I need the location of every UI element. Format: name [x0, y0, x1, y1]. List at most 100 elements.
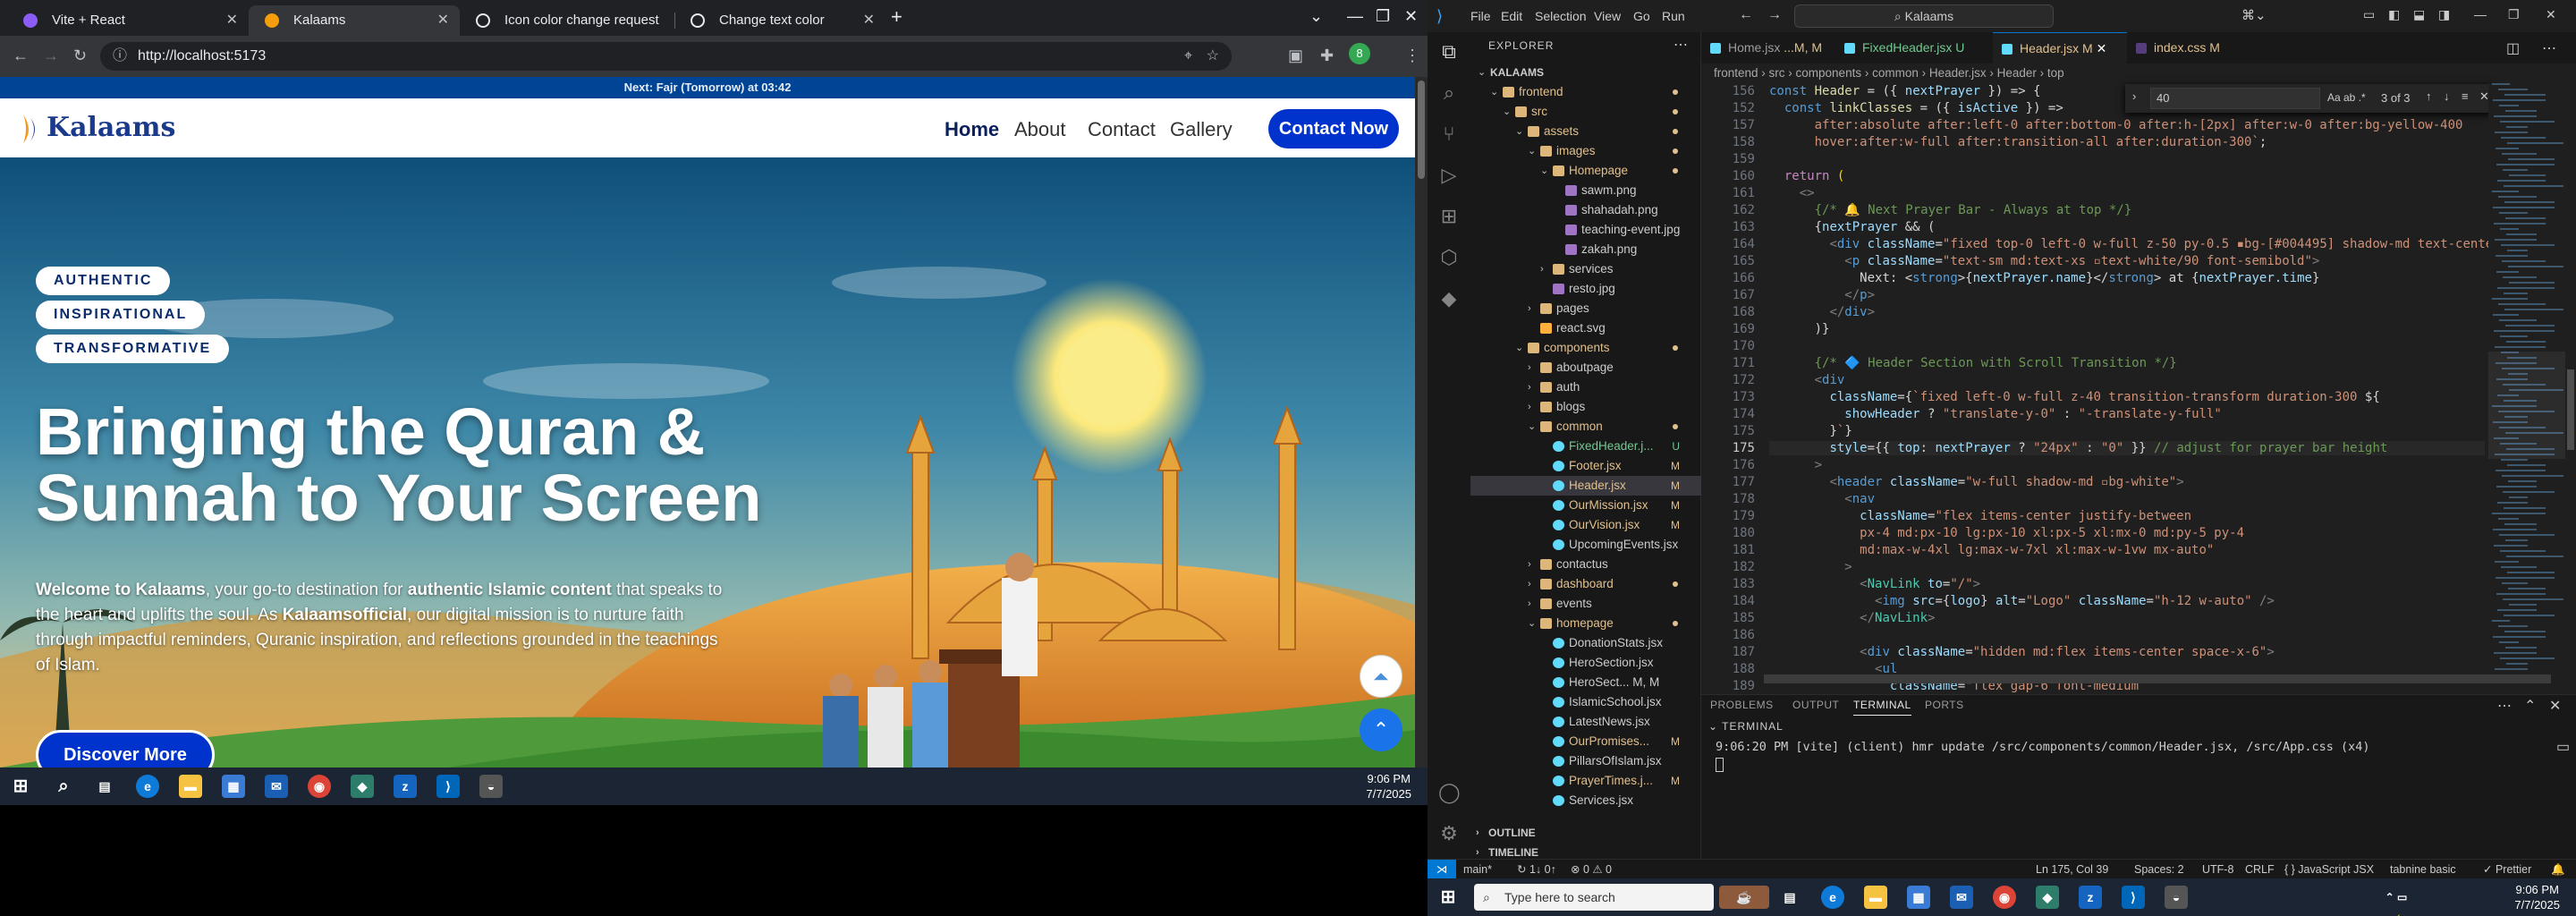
nav-about[interactable]: About	[1014, 118, 1066, 141]
menu-view[interactable]: View	[1594, 9, 1621, 23]
tree-item[interactable]: UpcomingEvents.jsx	[1470, 535, 1701, 555]
more-actions-icon[interactable]: ⋯	[2542, 39, 2556, 57]
browser-tab-change-text[interactable]: Change text color ✕	[674, 5, 886, 36]
chevron-down-icon[interactable]: ⌄	[1503, 102, 1511, 122]
tree-item[interactable]: ⌄ homepage	[1470, 614, 1701, 633]
tree-item[interactable]: › dashboard	[1470, 574, 1701, 594]
tree-item[interactable]: › pages	[1470, 299, 1701, 318]
code-line[interactable]: <header className="w-full shadow-md ▫bg-…	[1769, 475, 2183, 489]
code-line[interactable]: <div	[1769, 373, 1845, 387]
tree-item[interactable]: Services.jsx	[1470, 791, 1701, 810]
problems-count[interactable]: ⊗ 0 ⚠ 0	[1571, 860, 1612, 878]
tree-item[interactable]: › auth	[1470, 377, 1701, 397]
bookmark-star-icon[interactable]: ☆	[1207, 42, 1219, 71]
browser-tab-vite[interactable]: Vite + React ✕	[7, 5, 249, 36]
code-line[interactable]: Next: <strong>{nextPrayer.name}</strong>…	[1769, 271, 2319, 285]
line-endings[interactable]: CRLF	[2245, 860, 2275, 878]
chevron-down-icon[interactable]: ⌄	[1528, 141, 1536, 161]
tree-item[interactable]: › aboutpage	[1470, 358, 1701, 377]
task-view-icon[interactable]: ▤	[93, 775, 116, 798]
vscode-icon[interactable]: ⟩	[2122, 886, 2145, 909]
layout-icon[interactable]: ▭	[2363, 7, 2375, 22]
profile-avatar[interactable]: 8	[1349, 43, 1370, 64]
system-tray-icons[interactable]: ⌃ ▭ ⚡ ◉	[2385, 886, 2408, 916]
tree-item[interactable]: zakah.png	[1470, 240, 1701, 259]
code-line[interactable]: after:absolute after:left-0 after:bottom…	[1769, 118, 2463, 132]
encoding[interactable]: UTF-8	[2202, 860, 2233, 878]
chevron-right-icon[interactable]: ›	[1528, 377, 1531, 397]
news-widget-icon[interactable]: ☕	[1719, 886, 1769, 909]
vscode-icon[interactable]: ⟩	[436, 775, 460, 798]
menu-selection[interactable]: Selection	[1535, 9, 1587, 23]
chevron-down-icon[interactable]: ⌄	[1540, 161, 1548, 181]
panel-tab-terminal[interactable]: TERMINAL	[1853, 699, 1911, 716]
nav-gallery[interactable]: Gallery	[1170, 118, 1233, 141]
tree-item[interactable]: ⌄ KALAAMS	[1470, 63, 1701, 82]
find-in-selection-icon[interactable]: ≡	[2462, 89, 2469, 103]
tree-item[interactable]: HeroSect... M, M	[1470, 673, 1701, 692]
zoom-icon[interactable]: z	[394, 775, 417, 798]
close-window-icon[interactable]: ✕	[1404, 7, 1418, 26]
code-line[interactable]: {/* 🔷 Header Section with Scroll Transit…	[1769, 356, 2177, 370]
chevron-right-icon[interactable]: ›	[1528, 555, 1531, 574]
chevron-right-icon[interactable]: ›	[1528, 574, 1531, 594]
chevron-right-icon[interactable]: ›	[1528, 358, 1531, 377]
editor-tab-header[interactable]: Header.jsx M ✕	[1993, 32, 2127, 64]
settings-gear-icon[interactable]: ⚙	[1438, 823, 1460, 844]
page-scrollbar[interactable]	[1415, 77, 1428, 768]
taskbar-clock[interactable]: 9:06 PM 7/7/2025	[2514, 882, 2560, 912]
store-icon[interactable]: ▦	[1907, 886, 1930, 909]
taskbar-clock[interactable]: 9:06 PM 7/7/2025	[1366, 771, 1411, 802]
code-line[interactable]: className="flex items-center justify-bet…	[1769, 509, 2191, 523]
menu-go[interactable]: Go	[1633, 9, 1650, 23]
app-icon[interactable]: ◆	[351, 775, 374, 798]
tree-item[interactable]: ⌄ Homepage	[1470, 161, 1701, 181]
code-line[interactable]: {/* 🔔 Next Prayer Bar - Always at top */…	[1769, 203, 2132, 217]
file-explorer-icon[interactable]: ▬	[1864, 886, 1887, 909]
chrome-icon[interactable]: ◉	[308, 775, 331, 798]
more-actions-icon[interactable]: ⋯	[1674, 36, 1688, 54]
code-line[interactable]: <nav	[1769, 492, 1875, 506]
toggle-sidebar-icon[interactable]: ◧	[2388, 7, 2400, 22]
find-input[interactable]: 40	[2150, 88, 2320, 109]
app-icon[interactable]: ◒	[479, 775, 503, 798]
nav-home[interactable]: Home	[945, 118, 999, 141]
close-tab-icon[interactable]: ✕	[226, 5, 238, 36]
code-line[interactable]: showHeader ? "translate-y-0" : "-transla…	[1769, 407, 2222, 421]
new-tab-button[interactable]: +	[891, 5, 902, 29]
breadcrumb[interactable]: frontend › src › components › common › H…	[1701, 64, 2576, 83]
git-branch[interactable]: main*	[1463, 860, 1492, 878]
code-line[interactable]: <>	[1769, 186, 1815, 200]
tree-item[interactable]: › blogs	[1470, 397, 1701, 417]
code-line[interactable]: md:max-w-4xl lg:max-w-7xl xl:max-w-1vw m…	[1769, 543, 2214, 557]
code-line[interactable]: }`}	[1769, 424, 1852, 438]
edge-icon[interactable]: e	[1821, 886, 1844, 909]
maximize-panel-icon[interactable]: ⌃	[2524, 697, 2536, 715]
cursor-position[interactable]: Ln 175, Col 39	[2036, 860, 2108, 878]
tree-item[interactable]: shahadah.png	[1470, 200, 1701, 220]
code-line[interactable]: )}	[1769, 322, 1830, 336]
code-line[interactable]: <NavLink to="/">	[1769, 577, 1980, 591]
chevron-right-icon[interactable]: ›	[1528, 299, 1531, 318]
language-mode[interactable]: { } JavaScript JSX	[2284, 860, 2374, 878]
code-line[interactable]: </p>	[1769, 288, 1875, 302]
code-line[interactable]: style={{ top: nextPrayer ? "24px" : "0" …	[1769, 441, 2485, 455]
chevron-down-icon[interactable]: ⌄	[1528, 614, 1536, 633]
explorer-icon[interactable]: ⧉	[1438, 41, 1460, 63]
code-line[interactable]: const linkClasses = ({ isActive }) =>	[1769, 101, 2063, 115]
command-center[interactable]: ⌕ Kalaams	[1794, 4, 2054, 28]
copilot-icon[interactable]: ⌘⌄	[2241, 7, 2267, 23]
minimize-icon[interactable]: —	[2474, 7, 2487, 21]
tree-item[interactable]: ⌄ common	[1470, 417, 1701, 437]
tree-item[interactable]: › events	[1470, 594, 1701, 614]
file-explorer-icon[interactable]: ▬	[179, 775, 202, 798]
tree-item[interactable]: OurPromises... M	[1470, 732, 1701, 751]
chevron-down-icon[interactable]: ⌄	[1490, 82, 1498, 102]
contact-now-button[interactable]: Contact Now	[1268, 109, 1399, 148]
outline-section[interactable]: › OUTLINE	[1470, 823, 1701, 843]
scroll-to-top-icon[interactable]: ⏶	[1360, 655, 1402, 698]
code-line[interactable]: return (	[1769, 169, 1844, 183]
close-window-icon[interactable]: ✕	[2546, 7, 2556, 22]
chevron-right-icon[interactable]: ›	[1528, 594, 1531, 614]
code-line[interactable]: <div className="fixed top-0 left-0 w-ful…	[1769, 237, 2515, 251]
